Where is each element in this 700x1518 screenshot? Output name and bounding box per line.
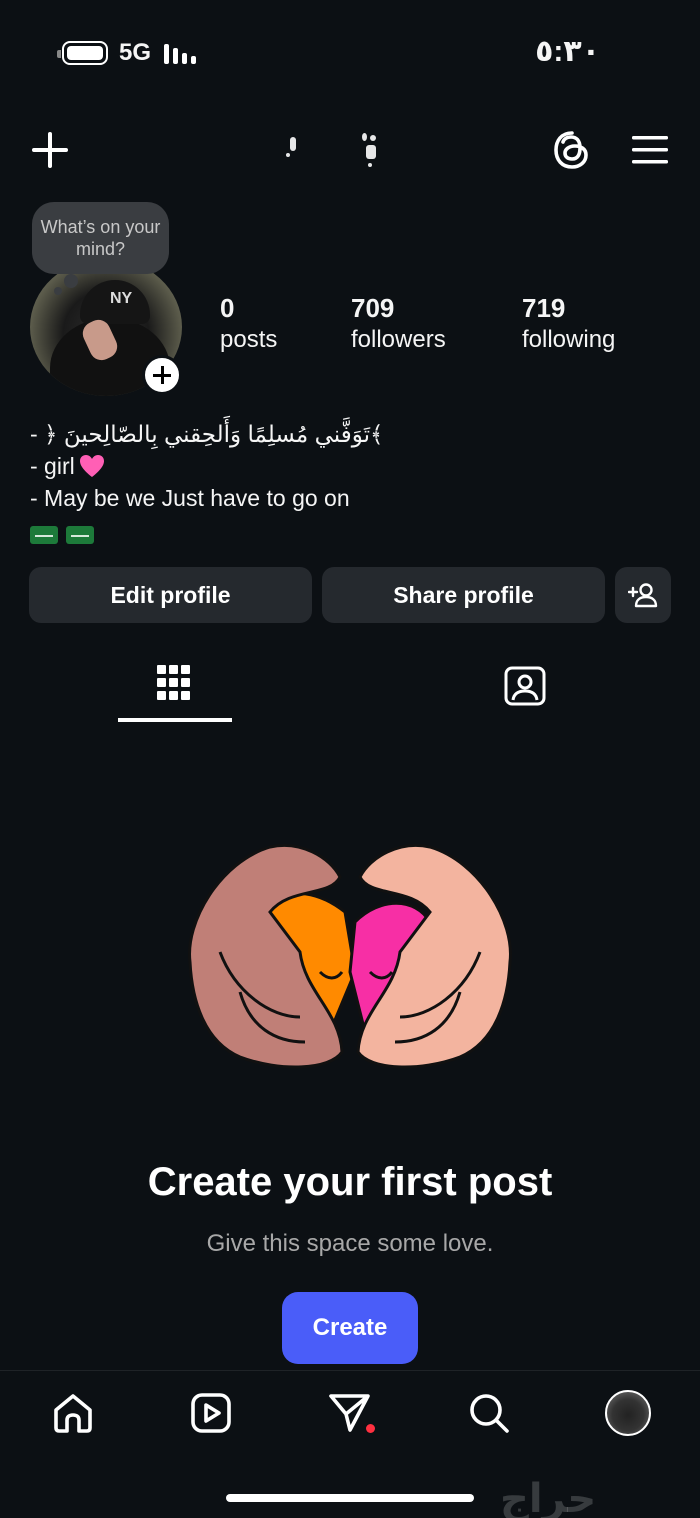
search-icon[interactable] — [468, 1392, 510, 1434]
stat-following[interactable]: 719 following — [522, 292, 615, 356]
nav-profile-avatar[interactable] — [605, 1390, 651, 1436]
stat-followers-label: followers — [351, 326, 446, 353]
stat-following-label: following — [522, 326, 616, 353]
note-bubble-tail — [64, 274, 78, 288]
pink-heart-icon — [79, 455, 104, 477]
bio-line-3: - May be we Just have to go on — [30, 485, 350, 511]
heart-hands-illustration — [188, 844, 512, 1069]
reels-icon[interactable] — [190, 1392, 232, 1434]
stat-posts-label: posts — [220, 326, 278, 353]
active-tab-indicator — [118, 718, 232, 722]
bio-line-1: - ﴿ تَوَفَّني مُسلِمًا وَأَلحِقني بِالصّ… — [30, 421, 384, 447]
create-plus-icon[interactable] — [30, 130, 70, 170]
tagged-icon[interactable] — [504, 664, 546, 706]
empty-state-title: Create your first post — [147, 1160, 553, 1204]
stat-following-value: 719 — [522, 293, 566, 323]
threads-icon[interactable] — [552, 130, 592, 170]
stat-followers-value: 709 — [351, 293, 395, 323]
signal-icon — [164, 42, 200, 64]
network-label: 5G — [119, 39, 152, 66]
discover-people-button[interactable] — [615, 567, 671, 623]
bio: - ﴿ تَوَفَّني مُسلِمًا وَأَلحِقني بِالصّ… — [30, 418, 384, 546]
empty-state-subtitle: Give this space some love. — [206, 1230, 494, 1257]
stat-posts[interactable]: 0 posts — [220, 292, 277, 356]
home-indicator[interactable] — [226, 1494, 474, 1502]
saudi-flag-icon — [66, 526, 94, 544]
home-icon[interactable] — [52, 1392, 94, 1434]
add-story-button[interactable] — [142, 355, 182, 395]
status-time: ٥:٣٠ — [535, 35, 600, 68]
create-button[interactable]: Create — [282, 1292, 418, 1364]
share-profile-button[interactable]: Share profile — [322, 567, 605, 623]
bio-line-2: - girl — [30, 453, 75, 479]
edit-profile-button[interactable]: Edit profile — [29, 567, 312, 623]
username-title[interactable] — [270, 125, 440, 175]
saudi-flag-icon — [30, 526, 58, 544]
stat-posts-value: 0 — [220, 293, 235, 323]
add-person-icon — [628, 583, 658, 608]
notification-dot — [366, 1424, 375, 1433]
watermark: حراج — [500, 1477, 597, 1518]
battery-icon — [57, 41, 108, 65]
stat-followers[interactable]: 709 followers — [351, 292, 446, 356]
note-bubble-tail-small — [54, 287, 62, 295]
bio-flags — [30, 514, 384, 546]
note-bubble[interactable]: What’s on your mind? — [32, 202, 169, 274]
grid-icon[interactable] — [157, 665, 191, 705]
bio-line-2-wrap: - girl — [30, 450, 384, 482]
menu-icon[interactable] — [632, 134, 668, 166]
